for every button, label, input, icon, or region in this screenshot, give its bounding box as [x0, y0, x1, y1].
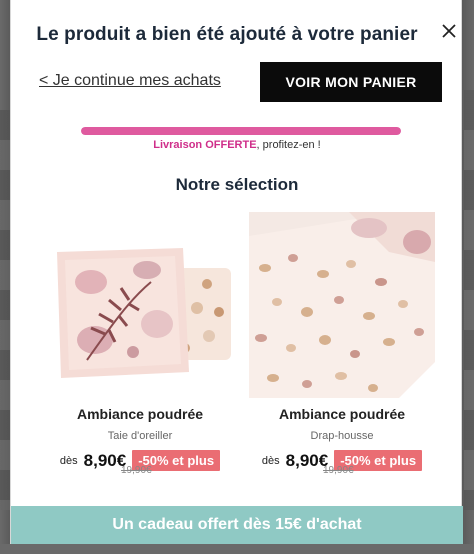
- product-name[interactable]: Ambiance poudrée: [249, 406, 435, 422]
- backdrop-edge-right: [464, 90, 474, 510]
- product-subtitle: Drap-housse: [310, 430, 374, 442]
- product-image-fitted-sheet[interactable]: [249, 212, 435, 398]
- product-card[interactable]: Ambiance poudrée Taie d'oreiller dès 8,9…: [47, 212, 233, 471]
- product-price: 8,90€: [83, 450, 127, 470]
- free-shipping-rest: , profitez-en !: [256, 139, 321, 151]
- continue-shopping-link[interactable]: < Je continue mes achats: [39, 72, 221, 90]
- price-from-label: dès: [261, 454, 280, 467]
- gift-offer-banner[interactable]: Un cadeau offert dès 15€ d'achat: [11, 506, 463, 544]
- backdrop-edge-left: [0, 110, 10, 510]
- cart-confirmation-modal: Le produit a bien été ajouté à votre pan…: [10, 0, 463, 554]
- backdrop-bottom-strip: [0, 544, 474, 554]
- product-price: 8,90€: [285, 450, 329, 470]
- old-price: 19,90€: [121, 465, 152, 476]
- old-price: 19,90€: [323, 465, 354, 476]
- modal-title: Le produit a bien été ajouté à votre pan…: [36, 24, 418, 45]
- free-shipping-highlight: Livraison OFFERTE: [153, 139, 257, 151]
- product-subtitle: Taie d'oreiller: [107, 430, 173, 442]
- product-card[interactable]: Ambiance poudrée Drap-housse dès 8,90€ -…: [249, 212, 435, 471]
- product-image-pillowcase[interactable]: [47, 212, 233, 398]
- free-shipping-progress-fill: [81, 127, 401, 135]
- view-cart-button[interactable]: VOIR MON PANIER: [260, 62, 442, 102]
- price-from-label: dès: [59, 454, 78, 467]
- close-icon[interactable]: [438, 20, 460, 42]
- selection-title: Notre sélection: [175, 175, 299, 194]
- free-shipping-message: Livraison OFFERTE, profitez-en !: [11, 139, 463, 151]
- product-name[interactable]: Ambiance poudrée: [47, 406, 233, 422]
- free-shipping-progress: [81, 127, 401, 135]
